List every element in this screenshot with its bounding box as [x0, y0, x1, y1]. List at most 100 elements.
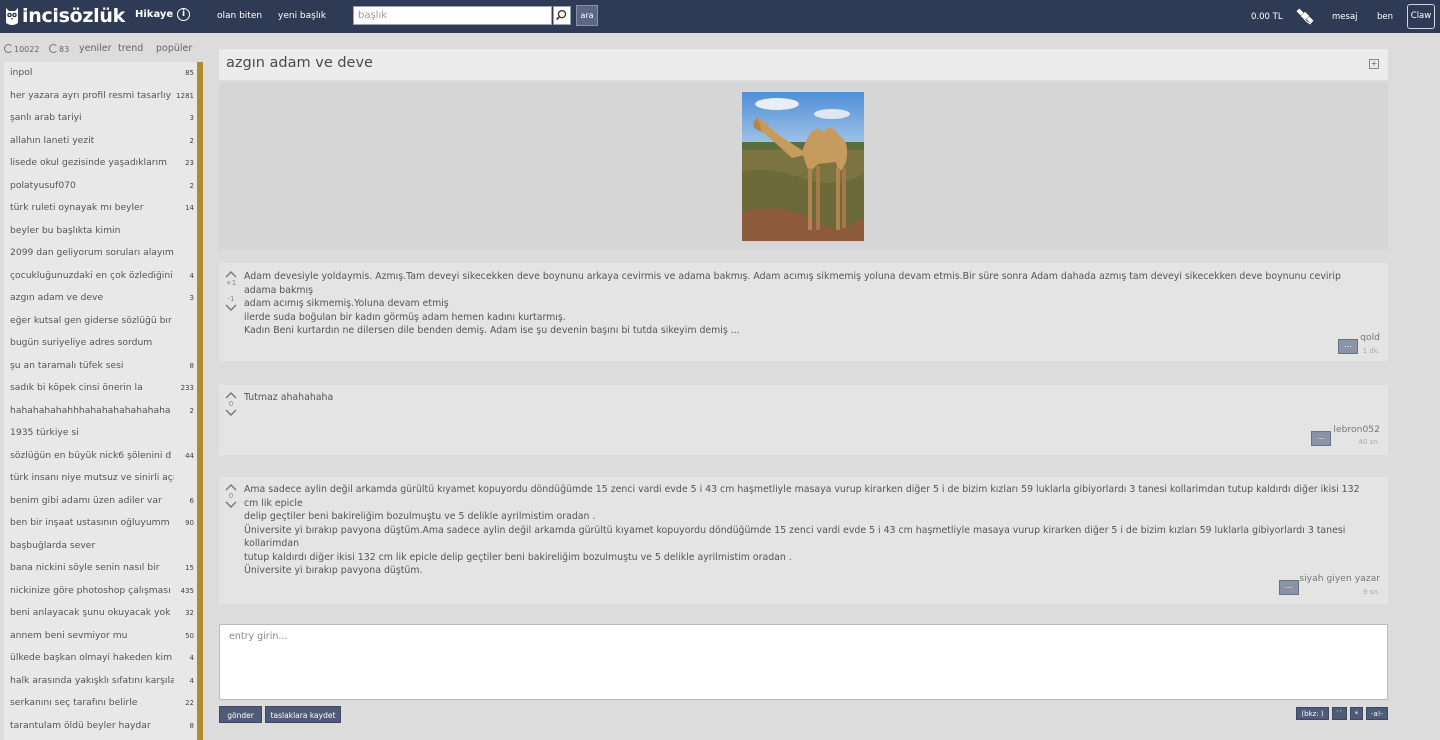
entry-time[interactable]: 1 dk.	[1363, 347, 1380, 355]
entry-time[interactable]: 9 sn.	[1363, 588, 1380, 596]
sidebar-topic-item[interactable]: serkanını seç tarafını belirle 22	[4, 692, 197, 714]
today-count[interactable]: 83	[49, 44, 69, 54]
sidebar-topic-item[interactable]: annem beni sevmiyor mu 50	[4, 625, 197, 647]
entry-author[interactable]: siyah giyen yazar	[1299, 573, 1380, 584]
sidebar-topic-count: 2	[189, 136, 194, 145]
sidebar-topic-item[interactable]: sadık bi köpek cinsi önerin la 233	[4, 377, 197, 399]
sidebar-topic-item[interactable]: şu an taramalı tüfek sesi 8	[4, 355, 197, 377]
sidebar-topic-item[interactable]: türk ruleti oynayak mı beyler 14	[4, 197, 197, 219]
sidebar-topic-title: 2099 dan geliyorum soruları alayım	[10, 247, 174, 258]
messages-link[interactable]: mesaj	[1332, 12, 1358, 22]
downvote-icon[interactable]	[224, 500, 238, 510]
sidebar-topic-item[interactable]: hahahahahahhhahahahahahahaha 2	[4, 400, 197, 422]
spoiler-button[interactable]: -a!-	[1366, 707, 1388, 720]
star-button[interactable]: *	[1350, 707, 1363, 720]
info-icon[interactable]: i	[177, 8, 190, 21]
sidebar-topic-item[interactable]: bugün suriyeliye adres sordum	[4, 332, 197, 354]
sidebar-topic-item[interactable]: 2099 dan geliyorum soruları alayım	[4, 242, 197, 264]
search-icon[interactable]	[553, 6, 571, 25]
sidebar-topic-item[interactable]: eğer kutsal gen giderse sözlüğü bır	[4, 310, 197, 332]
sidebar-topic-item[interactable]: başbuğlarda sever	[4, 535, 197, 557]
tab-populer[interactable]: popüler	[156, 43, 192, 54]
sidebar-topic-title: 1935 türkiye si	[10, 427, 79, 438]
entry-menu-button[interactable]: …	[1279, 580, 1299, 595]
total-count[interactable]: 10022	[4, 44, 39, 54]
sidebar-topic-title: halk arasında yakışklı sıfatını karşıla	[10, 674, 174, 686]
sidebar-topic-count: 4	[189, 676, 194, 685]
sidebar-topic-count: 3	[189, 114, 194, 122]
sidebar-topic-item[interactable]: ben bir inşaat ustasının oğluyumm 90	[4, 512, 197, 534]
nav-olan-biten[interactable]: olan biten	[217, 11, 262, 21]
profile-link[interactable]: ben	[1377, 12, 1393, 22]
sidebar-topic-item[interactable]: tarantulam öldü beyler haydar 8	[4, 715, 197, 737]
sidebar-topic-count: 85	[185, 69, 194, 77]
sidebar-topic-item[interactable]: türk insanı niye mutsuz ve sinirli açı	[4, 467, 197, 489]
tab-yeniler[interactable]: yeniler	[79, 43, 112, 54]
sidebar-topic-title: şu an taramalı tüfek sesi	[10, 359, 124, 371]
sidebar-topic-title: eğer kutsal gen giderse sözlüğü bır	[10, 314, 172, 326]
sidebar-topic-item[interactable]: beni anlayacak şunu okuyacak yok 32	[4, 602, 197, 624]
refresh-icon	[49, 44, 58, 53]
bkz-button[interactable]: (bkz: )	[1296, 707, 1329, 720]
entry-time[interactable]: 40 sn.	[1359, 438, 1380, 446]
user-button[interactable]: Claw	[1407, 4, 1435, 29]
sidebar-topic-item[interactable]: halk arasında yakışklı sıfatını karşıla 4	[4, 670, 197, 692]
sidebar-topic-count: 4	[189, 271, 194, 280]
search-input[interactable]: başlık	[353, 6, 552, 25]
balance[interactable]: 0.00 TL	[1251, 12, 1283, 22]
tab-trend[interactable]: trend	[118, 43, 143, 54]
camel-image[interactable]	[742, 92, 864, 241]
sidebar-topic-title: allahın laneti yezit	[10, 134, 95, 146]
sidebar-topic-item[interactable]: ülkede başkan olmayi hakeden kim 4	[4, 647, 197, 669]
quote-button[interactable]: ``	[1332, 707, 1347, 720]
sidebar-topic-item[interactable]: nickinize göre photoshop çalışması 435	[4, 580, 197, 602]
page-title[interactable]: azgın adam ve deve	[226, 55, 373, 71]
section-hikaye[interactable]: Hikaye	[135, 9, 173, 20]
upvote-icon[interactable]	[224, 482, 238, 492]
entry-author[interactable]: lebron052	[1333, 424, 1380, 435]
sidebar-topic-item[interactable]: her yazara ayrı profil resmi tasarlıy 128…	[4, 85, 197, 107]
submit-button[interactable]: gönder	[219, 706, 262, 723]
downvote-icon[interactable]	[224, 303, 238, 313]
sidebar-topic-item[interactable]: inpol 85	[4, 62, 197, 84]
upvote-score: +1	[225, 279, 237, 287]
sidebar-topic-item[interactable]: sözlüğün en büyük nick6 şölenini d 44	[4, 445, 197, 467]
topic-list: inpol 85 her yazara ayrı profil resmi tasa…	[4, 62, 203, 740]
upvote-icon[interactable]	[224, 269, 238, 279]
sidebar-topic-title: bugün suriyeliye adres sordum	[10, 337, 153, 348]
sidebar-topic-item[interactable]: beyler bu başlıkta kimin	[4, 220, 197, 242]
sidebar-topic-item[interactable]: çocukluğunuzdaki en çok özlediğini 4	[4, 265, 197, 287]
expand-icon[interactable]: +	[1369, 59, 1379, 69]
entry-menu-button[interactable]: …	[1311, 431, 1331, 446]
sidebar-topic-count: 8	[189, 361, 194, 370]
sidebar-topic-count: 14	[185, 204, 194, 212]
entry-text: Ama sadece aylin değil arkamda gürültü k…	[244, 484, 1360, 576]
sidebar-topic-count: 15	[185, 564, 194, 572]
sidebar-topic-item[interactable]: polatyusuf070 2	[4, 175, 197, 197]
save-draft-button[interactable]: taslaklara kaydet	[265, 706, 341, 723]
sidebar-topic-item[interactable]: benim gibi adamı üzen adiler var 6	[4, 490, 197, 512]
sidebar-topic-count: 50	[185, 631, 194, 640]
search-button[interactable]: ara	[576, 5, 598, 26]
entry-score: 0	[228, 400, 234, 408]
sidebar-topic-item[interactable]: azgın adam ve deve 3	[4, 287, 197, 309]
sidebar-topic-item[interactable]: allahın laneti yezit 2	[4, 130, 197, 152]
sidebar-topic-item[interactable]: 1935 türkiye si	[4, 422, 197, 444]
sidebar-topic-count: 6	[189, 496, 194, 505]
sidebar-scrollbar[interactable]	[197, 62, 203, 740]
entry-menu-button[interactable]: …	[1338, 339, 1358, 354]
sidebar-topic-count: 2	[189, 406, 194, 415]
site-logo[interactable]: incisözlük	[4, 5, 125, 27]
sidebar-topic-item[interactable]: şanlı arab tariyi 3	[4, 107, 197, 129]
sidebar-topic-count: 2	[189, 181, 194, 190]
sidebar-topic-item[interactable]: lisede okul gezisinde yaşadıklarım 23	[4, 152, 197, 174]
sidebar-topic-item[interactable]: bana nickini söyle senin nasıl bir 15	[4, 557, 197, 579]
upvote-icon[interactable]	[224, 390, 238, 400]
nav-yeni-baslik[interactable]: yeni başlık	[278, 11, 326, 21]
entry-textarea[interactable]: entry girin...	[219, 624, 1388, 700]
vote-widget: 0	[224, 482, 238, 510]
downvote-icon[interactable]	[224, 408, 238, 418]
satellite-icon[interactable]	[1296, 7, 1314, 25]
entry-item: 0 Tutmaz ahahahaha … lebron052 40 sn.	[219, 385, 1388, 455]
entry-author[interactable]: qold	[1360, 332, 1380, 343]
